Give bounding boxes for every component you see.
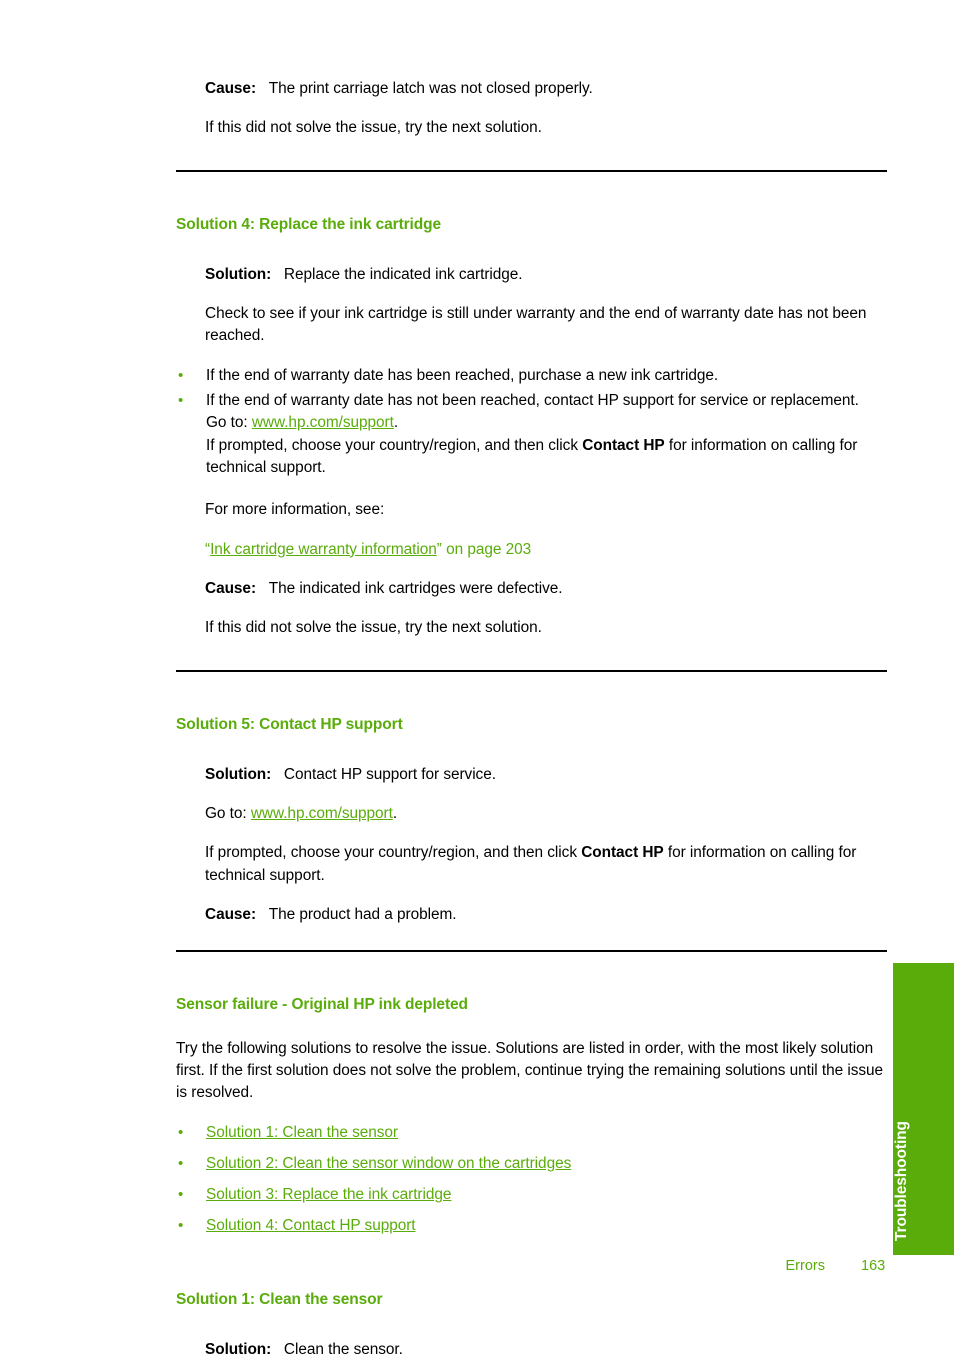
solution-4-bullet-list: • If the end of warranty date has been r…	[176, 365, 887, 480]
solution-5-solution-line: Solution: Contact HP support for service…	[205, 764, 887, 786]
list-item: • Solution 3: Replace the ink cartridge	[176, 1184, 887, 1206]
hp-support-link[interactable]: www.hp.com/support	[252, 414, 394, 431]
solution-5-prompt-paragraph: If prompted, choose your country/region,…	[205, 842, 887, 887]
warranty-check-paragraph: Check to see if your ink cartridge is st…	[205, 305, 867, 345]
solution-5-cause-line: Cause: The product had a problem.	[205, 904, 887, 926]
solution-text: Clean the sensor.	[283, 1340, 403, 1358]
page-footer: Errors 163	[176, 1258, 887, 1274]
contact-hp-bold: Contact HP	[581, 844, 664, 862]
xref-page-reference: on page 203	[441, 540, 532, 558]
contact-hp-bold: Contact HP	[582, 436, 665, 454]
bullet-text: If the end of warranty date has not been…	[206, 392, 859, 410]
page-content: Cause: The print carriage latch was not …	[176, 78, 887, 1361]
bullet-text: If the end of warranty date has been rea…	[206, 366, 719, 384]
chapter-side-tab-label: Troubleshooting	[893, 1121, 910, 1241]
next-solution-top: If this did not solve the issue, try the…	[205, 119, 542, 137]
ink-cartridge-warranty-link[interactable]: Ink cartridge warranty information	[210, 541, 437, 558]
solution-label: Solution:	[205, 765, 272, 783]
bullet-icon: •	[178, 1217, 184, 1235]
hp-support-link[interactable]: www.hp.com/support	[251, 805, 393, 822]
solution-1-solution-line: Solution: Clean the sensor.	[205, 1339, 887, 1361]
bullet-icon: •	[178, 1186, 184, 1204]
prompt-prefix: If prompted, choose your country/region,…	[205, 844, 582, 862]
goto-suffix: .	[393, 414, 399, 432]
sensor-failure-intro: Try the following solutions to resolve t…	[176, 1039, 884, 1102]
cause-label: Cause:	[205, 580, 257, 598]
sensor-failure-link-list: • Solution 1: Clean the sensor • Solutio…	[176, 1122, 887, 1238]
sensor-solution-2-link[interactable]: Solution 2: Clean the sensor window on t…	[206, 1155, 571, 1172]
cause-text: The print carriage latch was not closed …	[268, 80, 593, 97]
list-item: • If the end of warranty date has been r…	[176, 365, 887, 387]
solution-text: Contact HP support for service.	[283, 765, 496, 783]
solution-5-goto-line: Go to: www.hp.com/support.	[205, 803, 887, 825]
cause-label: Cause:	[205, 906, 257, 924]
footer-page-number: 163	[861, 1258, 886, 1274]
cause-block-top: Cause: The print carriage latch was not …	[176, 78, 887, 140]
solution-text: Replace the indicated ink cartridge.	[283, 265, 523, 283]
cross-reference-line: “Ink cartridge warranty information” on …	[205, 539, 887, 561]
sensor-solution-1-link[interactable]: Solution 1: Clean the sensor	[206, 1124, 398, 1141]
solution-1-heading: Solution 1: Clean the sensor	[176, 1290, 383, 1308]
list-item: • Solution 2: Clean the sensor window on…	[176, 1153, 887, 1175]
solution-4-cause-line: Cause: The indicated ink cartridges were…	[205, 578, 887, 600]
sensor-failure-heading: Sensor failure - Original HP ink deplete…	[176, 996, 468, 1014]
solution-4-next-solution: If this did not solve the issue, try the…	[205, 619, 542, 637]
solution-1-section: Solution 1: Clean the sensor Solution: C…	[176, 1290, 887, 1361]
solution-5-heading: Solution 5: Contact HP support	[176, 715, 403, 733]
bullet-icon: •	[178, 1154, 184, 1172]
goto-suffix: .	[392, 805, 398, 823]
prompt-prefix: If prompted, choose your country/region,…	[206, 436, 583, 454]
footer-section-name: Errors	[785, 1258, 825, 1274]
list-item: • If the end of warranty date has not be…	[176, 390, 887, 479]
prompt-line: If prompted, choose your country/region,…	[206, 435, 887, 480]
sensor-solution-4-link[interactable]: Solution 4: Contact HP support	[206, 1217, 416, 1234]
goto-line: Go to: www.hp.com/support.	[206, 412, 887, 434]
goto-prefix: Go to:	[206, 414, 252, 432]
solution-4-solution-line: Solution: Replace the indicated ink cart…	[205, 264, 887, 286]
cause-text: The product had a problem.	[268, 906, 457, 924]
list-item: • Solution 4: Contact HP support	[176, 1215, 887, 1237]
solution-4-heading: Solution 4: Replace the ink cartridge	[176, 215, 442, 233]
more-information-label: For more information, see:	[205, 501, 385, 519]
sensor-solution-3-link[interactable]: Solution 3: Replace the ink cartridge	[206, 1186, 451, 1203]
cause-line-top: Cause: The print carriage latch was not …	[205, 78, 887, 100]
chapter-side-tab: Troubleshooting	[893, 963, 954, 1255]
cause-label: Cause:	[205, 80, 257, 97]
list-item: • Solution 1: Clean the sensor	[176, 1122, 887, 1144]
solution-5-section: Solution 5: Contact HP support Solution:…	[176, 715, 887, 927]
cause-text: The indicated ink cartridges were defect…	[268, 580, 563, 598]
bullet-icon: •	[178, 392, 184, 410]
bullet-icon: •	[178, 366, 184, 384]
solution-label: Solution:	[205, 265, 272, 283]
document-page: Cause: The print carriage latch was not …	[0, 0, 954, 1358]
sensor-failure-section: Sensor failure - Original HP ink deplete…	[176, 995, 887, 1238]
goto-prefix: Go to:	[205, 805, 251, 823]
bullet-icon: •	[178, 1123, 184, 1141]
solution-label: Solution:	[205, 1340, 272, 1358]
solution-4-section: Solution 4: Replace the ink cartridge So…	[176, 215, 887, 640]
